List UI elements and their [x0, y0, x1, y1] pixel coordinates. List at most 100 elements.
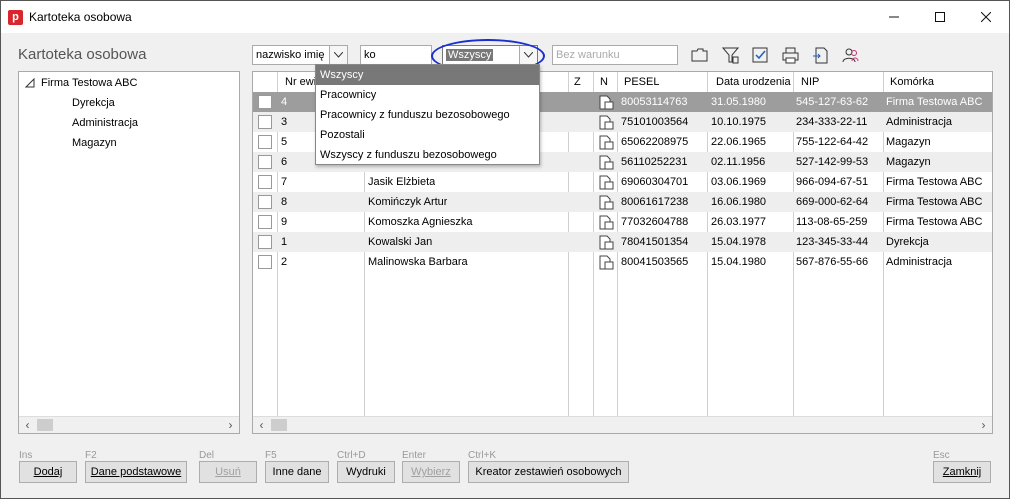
row-name: Komińczyk Artur [368, 196, 448, 208]
group-select[interactable]: Wszyscy [442, 45, 538, 65]
other-data-button[interactable]: Inne dane [265, 461, 329, 483]
dropdown-option[interactable]: Wszyscy [316, 65, 539, 85]
row-checkbox[interactable] [258, 175, 272, 189]
row-birth-date: 22.06.1965 [711, 136, 767, 148]
column-header-nip[interactable]: NIP [801, 72, 819, 92]
section-title: Kartoteka osobowa [18, 46, 147, 63]
window-title: Kartoteka osobowa [29, 10, 132, 24]
shortcut-label: F5 [265, 450, 277, 461]
row-checkbox[interactable] [258, 95, 272, 109]
scrollbar-thumb[interactable] [271, 419, 287, 431]
close-window-button[interactable]: Zamknij [933, 461, 991, 483]
checkbox-icon[interactable] [751, 46, 769, 64]
column-header-n[interactable]: N [600, 72, 608, 92]
row-unit: Firma Testowa ABC [886, 96, 983, 108]
export-icon[interactable] [811, 46, 829, 64]
scroll-right-icon[interactable]: › [222, 417, 239, 434]
main-window: p Kartoteka osobowa Kartoteka osobowa na… [0, 0, 1010, 499]
document-icon[interactable] [598, 255, 614, 270]
table-row[interactable]: 8 Komińczyk Artur 80061617238 16.06.1980 669… [253, 192, 992, 212]
dropdown-option[interactable]: Pracownicy [316, 85, 539, 105]
print-icon[interactable] [781, 46, 799, 64]
maximize-button[interactable] [917, 1, 963, 33]
department-tree[interactable]: Firma Testowa ABC Dyrekcja Administracja… [18, 71, 240, 434]
document-icon[interactable] [598, 215, 614, 230]
tree-root[interactable]: Firma Testowa ABC [25, 77, 137, 89]
app-logo-icon: p [8, 10, 23, 25]
condition-input[interactable]: Bez warunku [552, 45, 678, 65]
minimize-button[interactable] [871, 1, 917, 33]
dropdown-option[interactable]: Pozostali [316, 125, 539, 145]
column-header-z[interactable]: Z [574, 72, 581, 92]
document-icon[interactable] [598, 155, 614, 170]
row-checkbox[interactable] [258, 255, 272, 269]
shortcut-label: Ins [19, 450, 33, 461]
row-checkbox[interactable] [258, 215, 272, 229]
tree-item-magazyn[interactable]: Magazyn [72, 137, 117, 149]
row-checkbox[interactable] [258, 155, 272, 169]
field-select[interactable]: nazwisko imię [252, 45, 348, 65]
basic-data-button[interactable]: Dane podstawowe [85, 461, 187, 483]
column-header-birth[interactable]: Data urodzenia [716, 72, 791, 92]
dropdown-option[interactable]: Pracownicy z funduszu bezosobowego [316, 105, 539, 125]
row-checkbox[interactable] [258, 135, 272, 149]
row-nip: 669-000-62-64 [796, 196, 869, 208]
chevron-down-icon[interactable] [329, 46, 347, 64]
row-number: 9 [281, 216, 288, 228]
search-input[interactable]: ko [360, 45, 432, 65]
column-header-pesel[interactable]: PESEL [624, 72, 659, 92]
table-row[interactable]: 1 Kowalski Jan 78041501354 15.04.1978 123-34… [253, 232, 992, 252]
shortcut-label: Del [199, 450, 215, 461]
chevron-down-icon[interactable] [519, 46, 537, 64]
scroll-right-icon[interactable]: › [975, 417, 992, 433]
delete-button[interactable]: Usuń [199, 461, 257, 483]
row-nip: 966-094-67-51 [796, 176, 869, 188]
row-checkbox[interactable] [258, 235, 272, 249]
title-bar[interactable]: p Kartoteka osobowa [1, 1, 1009, 33]
table-row[interactable]: 9 Komoszka Agnieszka 77032604788 26.03.1977… [253, 212, 992, 232]
table-row[interactable]: 2 Malinowska Barbara 80041503565 15.04.1980… [253, 252, 992, 272]
document-icon[interactable] [598, 115, 614, 130]
document-icon[interactable] [598, 95, 614, 110]
document-icon[interactable] [598, 175, 614, 190]
close-button[interactable] [963, 1, 1009, 33]
grid-scrollbar[interactable]: ‹ › [253, 416, 992, 433]
scroll-left-icon[interactable]: ‹ [253, 417, 270, 433]
row-nip: 234-333-22-11 [796, 116, 868, 128]
users-icon[interactable] [841, 46, 859, 64]
select-button[interactable]: Wybierz [402, 461, 460, 483]
row-birth-date: 26.03.1977 [711, 216, 767, 228]
row-pesel: 65062208975 [621, 136, 689, 148]
report-wizard-button[interactable]: Kreator zestawień osobowych [468, 461, 629, 483]
document-icon[interactable] [598, 135, 614, 150]
column-header-unit[interactable]: Komórka [890, 72, 934, 92]
document-icon[interactable] [598, 195, 614, 210]
folder-icon[interactable] [690, 46, 708, 64]
row-unit: Magazyn [886, 156, 931, 168]
row-nip: 755-122-64-42 [796, 136, 869, 148]
add-button[interactable]: Dodaj [19, 461, 77, 483]
tree-item-dyrekcja[interactable]: Dyrekcja [72, 97, 115, 109]
scrollbar-thumb[interactable] [37, 419, 53, 431]
row-nip: 545-127-63-62 [796, 96, 869, 108]
shortcut-label: Esc [933, 450, 950, 461]
row-birth-date: 02.11.1956 [711, 156, 766, 168]
row-birth-date: 15.04.1980 [711, 256, 767, 268]
document-icon[interactable] [598, 235, 614, 250]
filter-icon[interactable] [721, 46, 739, 64]
row-number: 3 [281, 116, 288, 128]
row-checkbox[interactable] [258, 115, 272, 129]
row-nip: 567-876-55-66 [796, 256, 869, 268]
table-row[interactable]: 7 Jasik Elżbieta 69060304701 03.06.1969 966-… [253, 172, 992, 192]
row-pesel: 69060304701 [621, 176, 689, 188]
row-unit: Firma Testowa ABC [886, 196, 983, 208]
group-dropdown-list[interactable]: Wszyscy Pracownicy Pracownicy z funduszu… [315, 64, 540, 165]
row-checkbox[interactable] [258, 195, 272, 209]
scroll-left-icon[interactable]: ‹ [19, 417, 36, 434]
tree-item-administracja[interactable]: Administracja [72, 117, 138, 129]
prints-button[interactable]: Wydruki [337, 461, 395, 483]
dropdown-option[interactable]: Wszyscy z funduszu bezosobowego [316, 145, 539, 165]
field-select-value: nazwisko imię [256, 49, 325, 61]
tree-scrollbar[interactable]: ‹ › [19, 416, 239, 433]
group-select-value: Wszyscy [446, 49, 494, 61]
